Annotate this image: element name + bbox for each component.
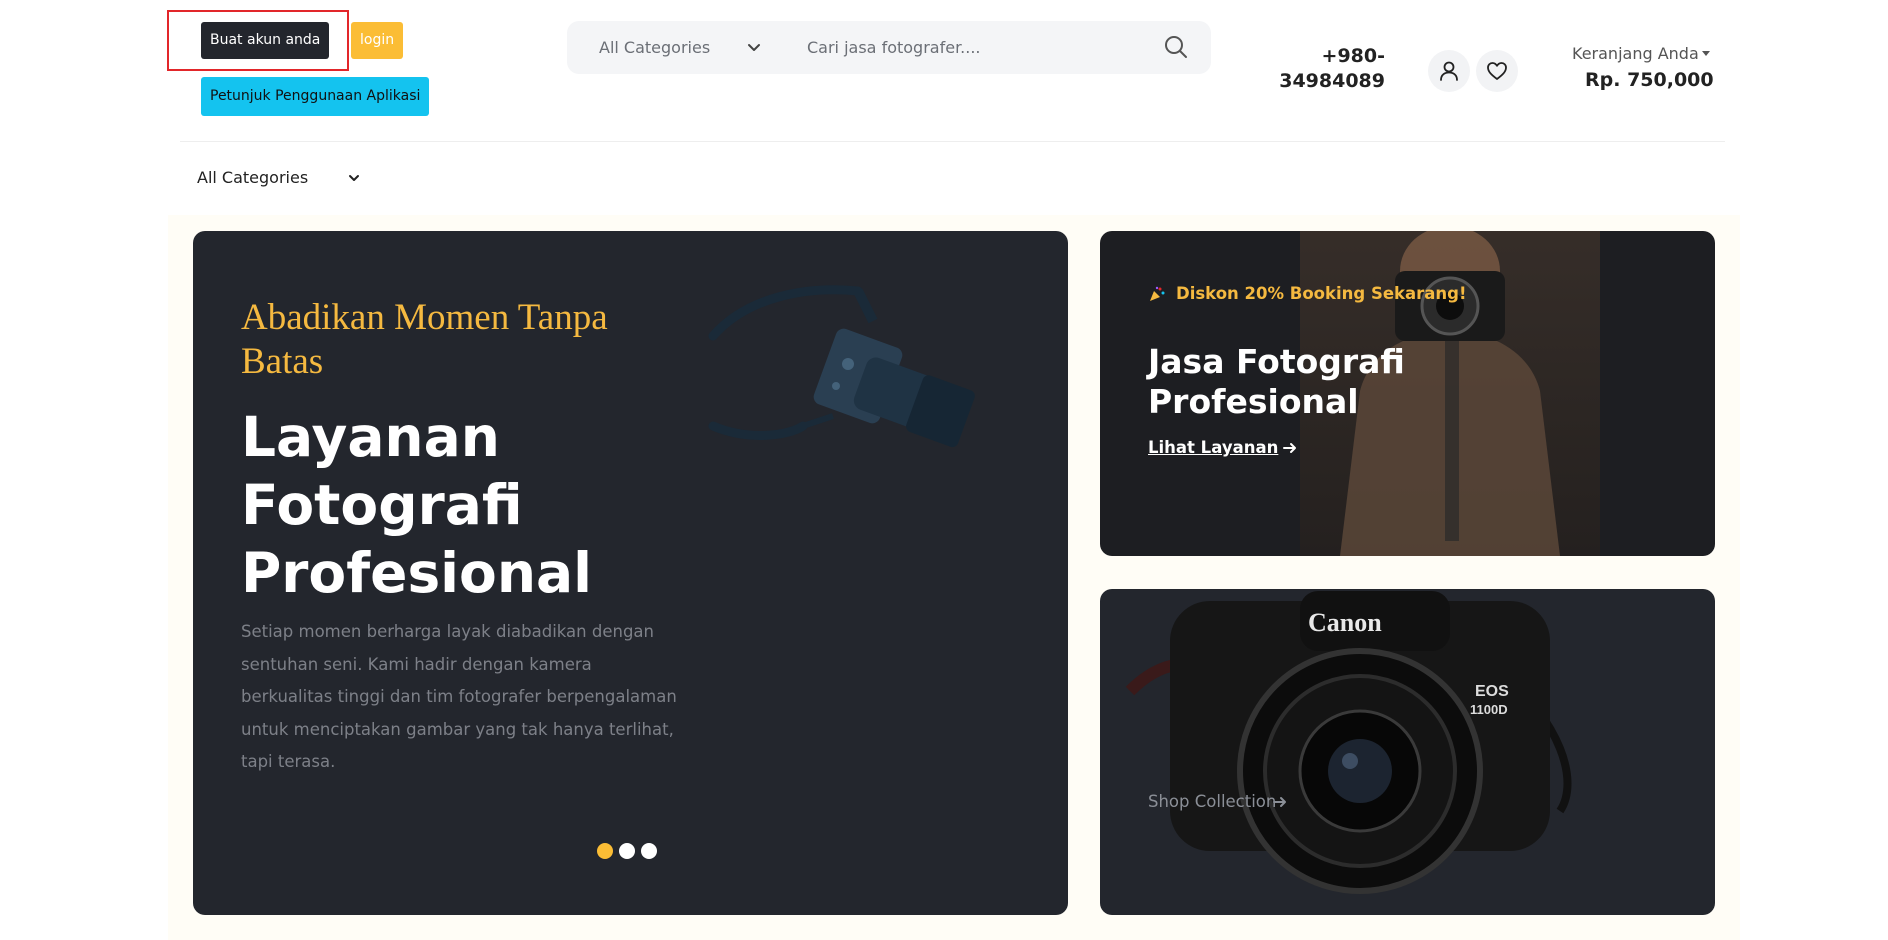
svg-text:Canon: Canon: [1308, 608, 1382, 637]
account-button[interactable]: [1428, 50, 1470, 92]
promo-card-collection: Canon EOS 1100D Shop Collection: [1100, 589, 1715, 915]
slider-dot-1[interactable]: [597, 843, 613, 859]
hero-description: Setiap momen berharga layak diabadikan d…: [241, 622, 677, 771]
header-divider: [180, 141, 1725, 142]
search-bar: All Categories: [567, 21, 1211, 74]
chevron-down-icon[interactable]: [346, 170, 362, 186]
canon-camera-image: Canon EOS 1100D: [1125, 591, 1572, 894]
cart-label: Keranjang Anda: [1572, 44, 1699, 63]
cart-total: Rp. 750,000: [1585, 69, 1714, 91]
party-popper-icon: [1150, 286, 1165, 301]
promo-badge: Diskon 20% Booking Sekarang!: [1176, 284, 1467, 303]
phone-number: +980-34984089: [1279, 45, 1385, 92]
cart-dropdown[interactable]: Keranjang Anda: [1572, 44, 1710, 63]
promo-title: Jasa Fotografi Profesional: [1148, 342, 1405, 421]
register-button[interactable]: Buat akun anda: [201, 22, 330, 59]
shop-collection-link[interactable]: Shop Collection: [1148, 792, 1276, 811]
slider-dot-3[interactable]: [641, 843, 657, 859]
hero-kicker: Abadikan Momen Tanpa Batas: [241, 297, 608, 382]
search-input[interactable]: [807, 21, 1137, 74]
slider-dot-2[interactable]: [619, 843, 635, 859]
login-button[interactable]: login: [351, 22, 404, 59]
user-icon: [1440, 61, 1458, 81]
app-guide-button[interactable]: Petunjuk Penggunaan Aplikasi: [201, 77, 430, 116]
hero-slider: Abadikan Momen Tanpa Batas Layanan Fotog…: [193, 231, 1068, 915]
arrow-right-icon[interactable]: [1272, 794, 1288, 810]
promo-card-photography: Diskon 20% Booking Sekarang! Jasa Fotogr…: [1100, 231, 1715, 556]
slider-dots: [597, 843, 663, 859]
search-category-select[interactable]: All Categories: [599, 21, 710, 74]
chevron-down-icon[interactable]: [744, 37, 764, 57]
caret-down-icon: [1701, 51, 1710, 56]
svg-text:EOS: EOS: [1475, 683, 1509, 700]
wishlist-button[interactable]: [1476, 50, 1518, 92]
hero-title: Layanan Fotografi Profesional: [241, 405, 592, 605]
svg-text:1100D: 1100D: [1470, 702, 1508, 717]
arrow-right-icon[interactable]: [1282, 440, 1298, 456]
search-icon[interactable]: [1163, 34, 1189, 60]
camera-image: [708, 285, 975, 448]
heart-icon: [1487, 62, 1507, 80]
view-services-link[interactable]: Lihat Layanan: [1148, 438, 1278, 457]
category-menu-select[interactable]: All Categories: [197, 160, 308, 196]
